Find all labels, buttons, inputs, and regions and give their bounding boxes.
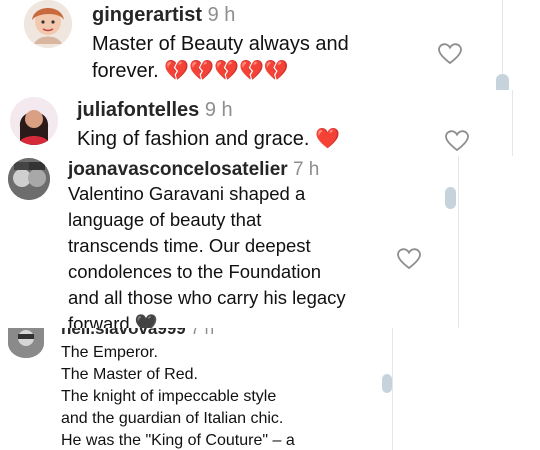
comment-line: transcends time. Our deepest bbox=[68, 235, 311, 256]
comment-time: 7 h bbox=[190, 328, 215, 338]
comment-text: King of fashion and grace. ❤️ bbox=[77, 126, 340, 153]
scroll-track bbox=[512, 90, 513, 156]
comment-line: forward 🖤 bbox=[68, 313, 158, 328]
scroll-thumb[interactable] bbox=[496, 74, 509, 90]
comment-line: forever. 💔💔💔💔💔 bbox=[92, 60, 289, 82]
comment-text: The Emperor. The Master of Red. The knig… bbox=[61, 342, 295, 450]
username[interactable]: gingerartist 9 h bbox=[92, 4, 235, 27]
comment-joanavasconcelosatelier: joanavasconcelosatelier 7 h Valentino Ga… bbox=[0, 156, 540, 328]
scroll-thumb[interactable] bbox=[382, 374, 392, 393]
comment-text: Valentino Garavani shaped a language of … bbox=[68, 181, 346, 328]
comment-line: The Emperor. bbox=[61, 344, 158, 361]
scroll-track bbox=[392, 328, 393, 450]
comment-line: Master of Beauty always and bbox=[92, 33, 349, 55]
comment-line: Valentino Garavani shaped a bbox=[68, 183, 306, 204]
avatar[interactable] bbox=[10, 97, 58, 145]
username[interactable]: juliafontelles 9 h bbox=[77, 99, 233, 122]
comment-line: King of fashion and grace. ❤️ bbox=[77, 128, 340, 150]
username-text[interactable]: joanavasconcelosatelier bbox=[68, 159, 288, 180]
username[interactable]: neli.slavova999 7 h bbox=[61, 328, 214, 339]
comment-line: and all those who carry his legacy bbox=[68, 287, 346, 308]
comment-time: 7 h bbox=[292, 159, 320, 180]
scroll-thumb[interactable] bbox=[445, 187, 456, 209]
username-text[interactable]: neli.slavova999 bbox=[61, 328, 186, 338]
heart-outline-icon[interactable] bbox=[438, 43, 462, 70]
comment-gingerartist: gingerartist 9 h Master of Beauty always… bbox=[0, 0, 540, 90]
comment-text: Master of Beauty always and forever. 💔💔💔… bbox=[92, 31, 349, 85]
avatar[interactable] bbox=[24, 0, 72, 48]
username[interactable]: joanavasconcelosatelier 7 h bbox=[68, 159, 319, 181]
comment-time: 9 h bbox=[207, 4, 236, 26]
comment-line: The knight of impeccable style bbox=[61, 388, 277, 405]
comment-line: He was the "King of Couture" – a bbox=[61, 432, 295, 449]
comment-line: The Master of Red. bbox=[61, 366, 198, 383]
comment-line: language of beauty that bbox=[68, 209, 262, 230]
comment-time: 9 h bbox=[204, 99, 233, 121]
heart-outline-icon[interactable] bbox=[397, 248, 421, 275]
comment-juliafontelles: juliafontelles 9 h King of fashion and g… bbox=[0, 90, 540, 156]
username-text[interactable]: juliafontelles bbox=[77, 99, 199, 121]
comment-line: and the guardian of Italian chic. bbox=[61, 410, 284, 427]
scroll-track bbox=[458, 156, 459, 328]
comment-line: condolences to the Foundation bbox=[68, 261, 322, 282]
username-text[interactable]: gingerartist bbox=[92, 4, 202, 26]
avatar[interactable] bbox=[8, 158, 50, 200]
comment-neli-slavova999: neli.slavova999 7 h The Emperor. The Mas… bbox=[0, 328, 540, 450]
avatar[interactable] bbox=[8, 328, 44, 358]
heart-outline-icon[interactable] bbox=[445, 130, 469, 156]
